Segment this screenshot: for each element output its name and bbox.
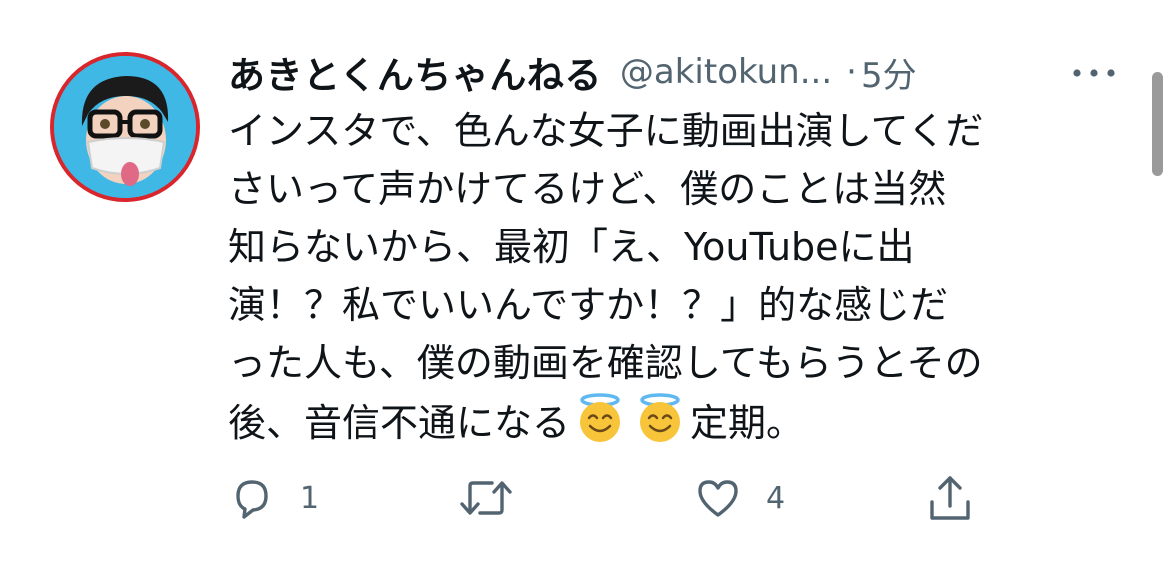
tweet-line-last: 後、音信不通になる 定期。 [228,392,1128,450]
share-button[interactable] [922,468,978,528]
tweet-line: インスタで、色んな女子に動画出演してくだ [228,109,984,153]
tweet-text: インスタで、色んな女子に動画出演してくだ さいって声かけてるけど、僕のことは当然… [228,102,1128,450]
tweet-line: さいって声かけてるけど、僕のことは当然 [228,167,947,211]
like-count: 4 [766,480,786,516]
tweet-line: った人も、僕の動画を確認してもらうとその [228,341,983,385]
reply-button[interactable]: 1 [228,468,319,528]
share-icon [930,476,970,520]
display-name[interactable]: あきとくんちゃんねる [228,45,602,99]
more-dots-icon[interactable] [1070,66,1118,80]
tweet-line: 知らないから、最初「え、YouTubeに出 [228,225,915,269]
separator-dot: · [846,52,857,92]
avatar-image [54,56,196,198]
tweet-line-part: 後、音信不通になる [228,401,571,445]
tweet-header: あきとくんちゃんねる @akitokun... · 5分 [228,44,917,100]
tweet-line-part: 定期。 [690,401,805,445]
scrollbar-thumb[interactable] [1152,72,1163,176]
retweet-icon [460,481,512,515]
tweet-card[interactable]: あきとくんちゃんねる @akitokun... · 5分 インスタで、色んな女子… [0,0,1170,561]
reply-count: 1 [300,480,320,516]
halo-smiley-emoji-icon [580,393,621,442]
like-button[interactable]: 4 [694,468,785,528]
user-handle[interactable]: @akitokun... [620,52,832,92]
heart-icon [698,480,738,517]
timestamp[interactable]: 5分 [861,48,917,97]
tweet-line: 演！？私でいいんですか！？」的な感じだ [228,283,949,327]
reply-icon [236,480,268,519]
halo-smiley-emoji-icon [640,393,681,442]
retweet-button[interactable] [456,468,540,528]
avatar[interactable] [50,52,200,202]
action-bar: 1 4 [0,468,1170,528]
